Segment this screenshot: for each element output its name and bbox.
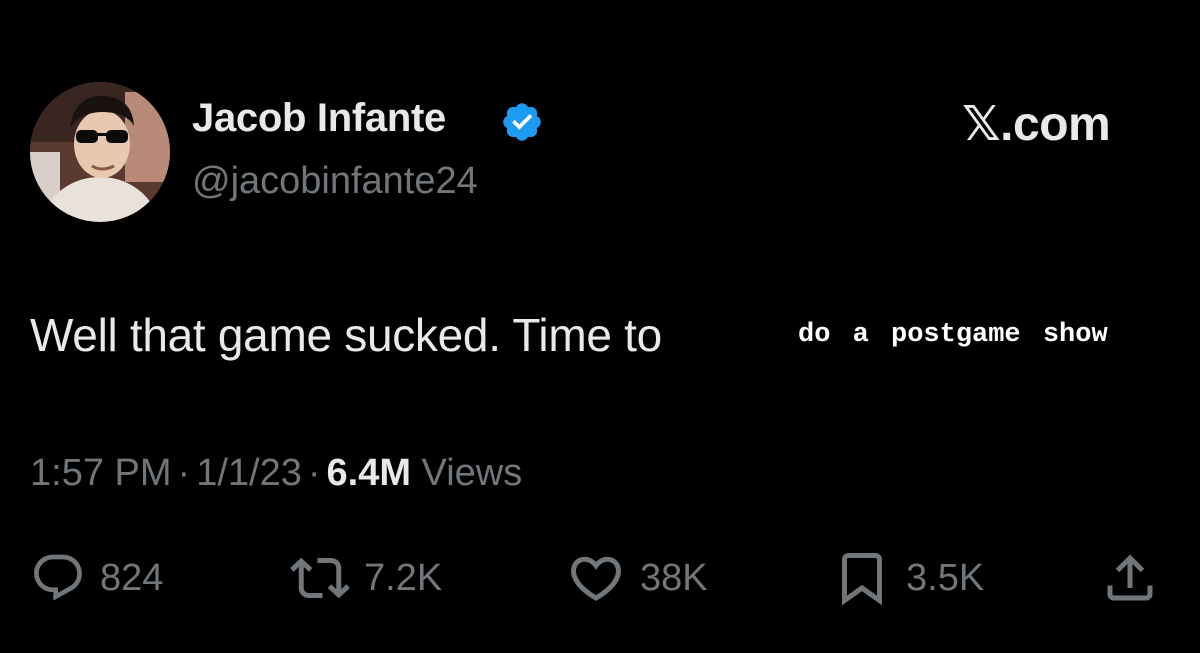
repost-button[interactable]: 7.2K: [290, 548, 442, 608]
author-handle[interactable]: @jacobinfante24: [192, 160, 478, 203]
meta-separator: ·: [307, 452, 321, 494]
brand-label: 𝕏.com: [962, 98, 1111, 151]
meta-separator: ·: [177, 452, 191, 494]
verified-badge-icon: [503, 103, 541, 141]
views-count: 6.4M: [326, 452, 411, 494]
profile-photo: [30, 82, 170, 222]
tweet-text: Well that game sucked. Time to: [30, 309, 662, 361]
bookmark-count: 3.5K: [906, 556, 985, 599]
author-name[interactable]: Jacob Infante: [192, 96, 446, 141]
avatar[interactable]: [30, 82, 170, 222]
like-count: 38K: [640, 556, 708, 599]
tweet-time[interactable]: 1:57 PM: [30, 452, 172, 494]
like-button[interactable]: 38K: [566, 548, 708, 608]
tweet-overlay-text: do a postgame show: [798, 320, 1108, 350]
tweet-meta: 1:57 PM · 1/1/23 · 6.4M Views: [30, 452, 522, 495]
heart-icon: [570, 556, 622, 601]
views-label: Views: [421, 452, 523, 494]
tweet-date[interactable]: 1/1/23: [196, 452, 302, 494]
share-icon: [1107, 554, 1153, 601]
share-button[interactable]: [1100, 548, 1160, 608]
bookmark-icon: [842, 553, 882, 606]
repost-count: 7.2K: [364, 556, 443, 599]
reply-icon: [34, 554, 82, 601]
bookmark-button[interactable]: 3.5K: [832, 548, 984, 608]
reply-button[interactable]: 824: [30, 548, 163, 608]
reply-count: 824: [100, 556, 164, 599]
repost-icon: [290, 557, 350, 599]
